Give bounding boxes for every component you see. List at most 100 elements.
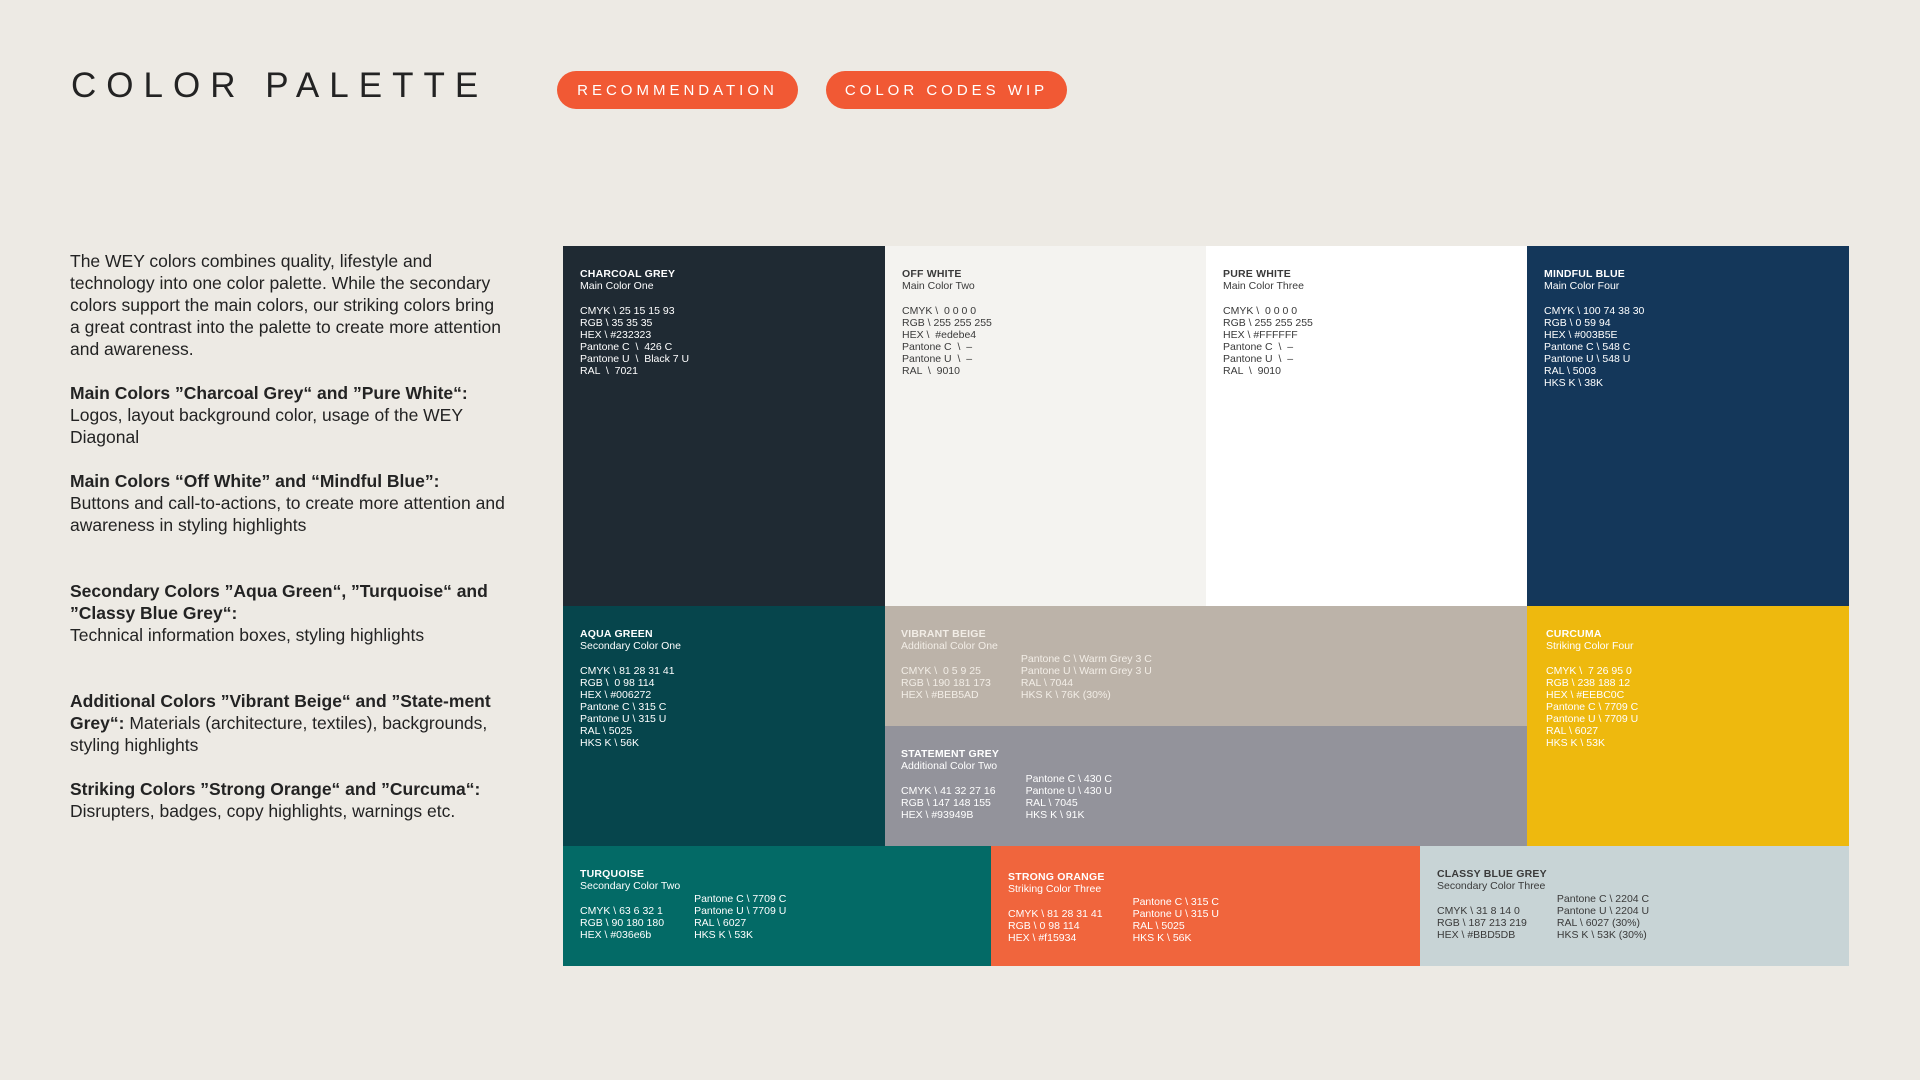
- swatch-subtitle: Additional Color One: [901, 640, 998, 652]
- color-code: HEX \ #f15934: [1008, 932, 1077, 944]
- color-code: Pantone U \ –: [902, 353, 973, 365]
- color-code: HKS K \ 76K (30%): [1020, 689, 1111, 701]
- swatch-codes: CMYK \ 81 28 31 41 RGB \ 0 98 114 HEX \ #0…: [580, 665, 675, 749]
- color-code: Pantone U \ Warm Grey 3 U: [1020, 665, 1152, 677]
- color-code: Pantone U \ 2204 U: [1556, 905, 1650, 917]
- swatch-subtitle: Main Color Three: [1223, 280, 1304, 292]
- color-code: RGB \ 255 255 255: [1223, 317, 1313, 329]
- color-code: RAL \ 5003: [1544, 365, 1597, 377]
- color-code: RAL \ 6027 (30%): [1556, 917, 1640, 929]
- color-code: Pantone C \ 430 C: [1025, 773, 1112, 785]
- swatch-codes-secondary: Pantone C \ 7709 C Pantone U \ 7709 U RAL …: [694, 893, 786, 941]
- swatch-subtitle: Secondary Color One: [580, 640, 681, 652]
- swatch-subtitle: Additional Color Two: [901, 760, 998, 772]
- swatch-name: OFF WHITE: [902, 268, 962, 280]
- palette-description: The WEY colors combines quality, lifesty…: [70, 250, 505, 822]
- color-code: RGB \ 90 180 180: [580, 917, 665, 929]
- color-code: HEX \ #036e6b: [580, 929, 652, 941]
- color-code: HEX \ #EEBC0C: [1546, 689, 1625, 701]
- swatch-statement-grey: STATEMENT GREY Additional Color Two CMYK \…: [885, 726, 1527, 846]
- color-code: RGB \ 238 188 12: [1546, 677, 1631, 689]
- swatch-aqua-green: AQUA GREEN Secondary Color One CMYK \ 81 2…: [563, 606, 885, 846]
- swatch-name: TURQUOISE: [580, 868, 645, 880]
- section-text: Disrupters, badges, copy highlights, war…: [70, 801, 456, 821]
- color-code: RGB \ 0 98 114: [580, 677, 655, 689]
- color-code: Pantone C \ 2204 C: [1556, 893, 1650, 905]
- swatch-subtitle: Secondary Color Two: [580, 880, 681, 892]
- section-heading: Main Colors ”Charcoal Grey“ and ”Pure Wh…: [70, 383, 468, 403]
- color-codes-wip-tag[interactable]: COLOR CODES WIP: [826, 71, 1067, 109]
- color-code: HKS K \ 56K: [580, 737, 639, 749]
- swatch-name: VIBRANT BEIGE: [901, 628, 986, 640]
- color-code: RAL \ 9010: [902, 365, 960, 377]
- swatch-name: PURE WHITE: [1223, 268, 1291, 280]
- color-code: CMYK \ 81 28 31 41: [580, 665, 675, 677]
- color-code: Pantone C \ 426 C: [580, 341, 673, 353]
- swatch-codes: CMYK \ 7 26 95 0 RGB \ 238 188 12 HEX \ #E…: [1546, 665, 1638, 749]
- swatch-codes-secondary: Pantone C \ 430 C Pantone U \ 430 U RAL \ …: [1026, 773, 1112, 821]
- main-colors-1-section: Main Colors ”Charcoal Grey“ and ”Pure Wh…: [70, 382, 505, 448]
- color-code: RGB \ 187 213 219: [1437, 917, 1527, 929]
- color-code: RGB \ 190 181 173: [901, 677, 991, 689]
- swatch-classy-blue-grey: CLASSY BLUE GREY Secondary Color Three CMY…: [1420, 846, 1849, 966]
- additional-colors-section: Additional Colors ”Vibrant Beige“ and ”S…: [70, 690, 505, 756]
- page-title: COLOR PALETTE: [71, 66, 489, 105]
- swatch-subtitle: Main Color One: [580, 280, 654, 292]
- swatch-subtitle: Striking Color Three: [1008, 883, 1102, 895]
- color-code: Pantone C \ –: [902, 341, 973, 353]
- swatch-codes: CMYK \ 0 5 9 25 RGB \ 190 181 173 HEX \ #B…: [901, 665, 991, 701]
- swatch-codes: CMYK \ 0 0 0 0 RGB \ 255 255 255 HEX \ #ed…: [902, 305, 992, 377]
- color-code: HKS K \ 53K: [1546, 737, 1605, 749]
- swatch-name: MINDFUL BLUE: [1544, 268, 1625, 280]
- swatch-codes: CMYK \ 0 0 0 0 RGB \ 255 255 255 HEX \ #FF…: [1223, 305, 1313, 377]
- swatch-name: CURCUMA: [1546, 628, 1602, 640]
- color-code: HEX \ #232323: [580, 329, 652, 341]
- recommendation-tag[interactable]: RECOMMENDATION: [557, 71, 798, 109]
- color-code: Pantone C \ 315 C: [1132, 896, 1219, 908]
- color-code: CMYK \ 31 8 14 0: [1437, 905, 1520, 917]
- color-code: Pantone C \ 7709 C: [1546, 701, 1639, 713]
- color-code: RAL \ 5025: [580, 725, 633, 737]
- color-code: CMYK \ 0 0 0 0: [1223, 305, 1298, 317]
- swatch-name: STRONG ORANGE: [1008, 871, 1105, 883]
- swatch-pure-white: PURE WHITE Main Color Three CMYK \ 0 0 0 0…: [1206, 246, 1527, 606]
- section-text: Materials (architecture, textiles), back…: [70, 713, 488, 755]
- swatch-name: AQUA GREEN: [580, 628, 653, 640]
- color-code: Pantone C \ 548 C: [1544, 341, 1631, 353]
- swatch-vibrant-beige: VIBRANT BEIGE Additional Color One CMYK \ …: [885, 606, 1527, 726]
- color-code: CMYK \ 0 5 9 25: [901, 665, 981, 677]
- swatch-name: CLASSY BLUE GREY: [1437, 868, 1547, 880]
- color-code: Pantone C \ 7709 C: [694, 893, 787, 905]
- main-colors-2-section: Main Colors “Off White” and “Mindful Blu…: [70, 470, 505, 536]
- color-code: Pantone U \ –: [1223, 353, 1294, 365]
- swatch-subtitle: Secondary Color Three: [1437, 880, 1546, 892]
- color-code: RAL \ 7045: [1025, 797, 1078, 809]
- color-code: RAL \ 5025: [1132, 920, 1185, 932]
- color-code: RAL \ 9010: [1223, 365, 1281, 377]
- color-code: RAL \ 7044: [1020, 677, 1074, 689]
- secondary-colors-section: Secondary Colors ”Aqua Green“, ”Turquois…: [70, 580, 505, 646]
- section-heading: Secondary Colors ”Aqua Green“, ”Turquois…: [70, 581, 488, 623]
- section-text: Technical information boxes, styling hig…: [70, 625, 425, 645]
- color-code: HKS K \ 56K: [1132, 932, 1192, 944]
- section-heading: Striking Colors ”Strong Orange“ and ”Cur…: [70, 779, 481, 799]
- swatch-charcoal-grey: CHARCOAL GREY Main Color One CMYK \ 25 15 …: [563, 246, 885, 606]
- color-code: Pantone U \ 7709 U: [1546, 713, 1639, 725]
- color-code: RGB \ 147 148 155: [901, 797, 991, 809]
- color-code: HEX \ #BEB5AD: [901, 689, 979, 701]
- swatch-codes: CMYK \ 41 32 27 16 RGB \ 147 148 155 HEX \…: [901, 785, 996, 821]
- color-code: CMYK \ 81 28 31 41: [1008, 908, 1103, 920]
- swatch-codes: CMYK \ 81 28 31 41 RGB \ 0 98 114 HEX \ #f…: [1008, 908, 1103, 944]
- color-code: RGB \ 0 98 114: [1008, 920, 1080, 932]
- color-code: HKS K \ 38K: [1544, 377, 1603, 389]
- color-code: Pantone U \ 430 U: [1025, 785, 1112, 797]
- section-text: Buttons and call-to-actions, to create m…: [70, 493, 505, 535]
- color-code: HKS K \ 91K: [1025, 809, 1085, 821]
- striking-colors-section: Striking Colors ”Strong Orange“ and ”Cur…: [70, 778, 505, 822]
- color-code: CMYK \ 7 26 95 0: [1546, 665, 1632, 677]
- color-code: HEX \ #FFFFFF: [1223, 329, 1298, 341]
- color-code: CMYK \ 100 74 38 30: [1544, 305, 1645, 317]
- color-code: HEX \ #006272: [580, 689, 652, 701]
- color-code: CMYK \ 25 15 15 93: [580, 305, 675, 317]
- color-code: RGB \ 0 59 94: [1544, 317, 1611, 329]
